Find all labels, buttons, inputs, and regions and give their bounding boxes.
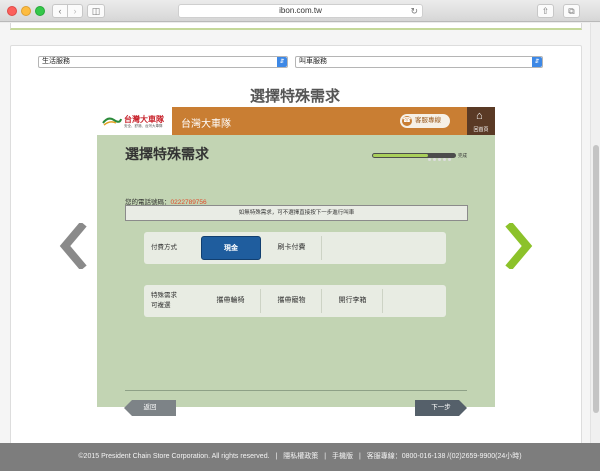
- payment-option-cash[interactable]: 現金: [201, 236, 261, 260]
- address-bar[interactable]: ibon.com.tw ↻: [178, 4, 423, 18]
- select-arrows-icon: ⇵: [277, 57, 287, 67]
- zoom-window-button[interactable]: [35, 6, 45, 16]
- kiosk-title: 選擇特殊需求: [125, 147, 209, 163]
- service-select-value: 叫車服務: [299, 58, 327, 65]
- phone-icon: ☎: [402, 116, 412, 126]
- special-option-pet[interactable]: 攜帶寵物: [262, 289, 322, 313]
- kiosk-brand-title: 台灣大車隊: [181, 119, 231, 130]
- progress-dots: [428, 154, 454, 161]
- page-scrollbar[interactable]: [590, 23, 600, 471]
- notice-box: 如無特殊需求，可不選擇直接按下一步進行叫車: [125, 205, 468, 221]
- tabs-icon: ⧉: [568, 6, 575, 16]
- category-select[interactable]: 生活服務 ⇵: [38, 56, 288, 68]
- special-needs-label-line1: 特殊需求: [151, 292, 177, 299]
- back-button-kiosk[interactable]: 返回: [124, 400, 176, 416]
- next-step-button[interactable]: 下一步: [415, 400, 467, 416]
- share-button[interactable]: ⇧: [537, 4, 554, 18]
- divider: [125, 390, 467, 391]
- back-button[interactable]: ‹: [52, 4, 68, 18]
- previous-arrow-icon[interactable]: [57, 223, 87, 269]
- footer-copyright: ©2015 President Chain Store Corporation.…: [78, 453, 270, 460]
- site-footer: ©2015 President Chain Store Corporation.…: [0, 443, 600, 471]
- progress-bar-fill: [373, 154, 428, 157]
- service-select[interactable]: 叫車服務 ⇵: [295, 56, 543, 68]
- logo-swirl-icon: [102, 117, 122, 126]
- footer-separator: |: [275, 453, 278, 460]
- category-select-value: 生活服務: [42, 58, 70, 65]
- special-needs-label-line2: 可複選: [151, 302, 171, 309]
- select-arrows-icon: ⇵: [532, 57, 542, 67]
- chevron-right-icon: ›: [73, 6, 77, 16]
- share-icon: ⇧: [541, 6, 550, 16]
- forward-button[interactable]: ›: [67, 4, 83, 18]
- footer-separator: |: [358, 453, 361, 460]
- web-page: 生活服務 ⇵ 叫車服務 ⇵ 選擇特殊需求 台灣大車隊 安全、舒適、台灣大車隊 台…: [0, 23, 590, 471]
- page-title: 選擇特殊需求: [249, 87, 340, 105]
- taiwan-taxi-logo: 台灣大車隊 安全、舒適、台灣大車隊: [97, 107, 172, 135]
- chevron-left-icon: ‹: [58, 6, 62, 16]
- home-label: 回首頁: [473, 127, 489, 133]
- special-needs-label: 特殊需求 可複選: [151, 291, 177, 311]
- taxi-kiosk-panel: 台灣大車隊 安全、舒適、台灣大車隊 台灣大車隊 ☎ 客服專線 ⌂ 回首頁 選擇特…: [97, 107, 495, 416]
- footer-hotline: 客服專線：0800-016-138 /(02)2659-9900(24小時): [366, 453, 522, 460]
- footer-mobile-link[interactable]: 手機版: [332, 453, 353, 460]
- kiosk-header: 台灣大車隊 安全、舒適、台灣大車隊 台灣大車隊 ☎ 客服專線 ⌂ 回首頁: [97, 107, 495, 135]
- home-button[interactable]: ⌂ 回首頁: [467, 107, 495, 135]
- next-arrow-icon[interactable]: [505, 223, 535, 269]
- progress-label: 完成: [458, 153, 467, 158]
- url-text: ibon.com.tw: [279, 6, 322, 15]
- special-option-trunk[interactable]: 開行李箱: [323, 289, 383, 313]
- home-icon: ⌂: [476, 110, 483, 122]
- browser-toolbar: ‹ › ◫ ibon.com.tw ↻ ⇧ ⧉: [0, 0, 600, 22]
- service-line-label: 客服專線: [415, 117, 441, 124]
- footer-separator: |: [324, 453, 327, 460]
- payment-method-label: 付費方式: [151, 244, 177, 251]
- top-banner-strip: [10, 23, 582, 30]
- close-window-button[interactable]: [7, 6, 17, 16]
- reload-icon[interactable]: ↻: [410, 5, 418, 17]
- progress-bar: [372, 153, 456, 161]
- sidebar-toggle-button[interactable]: ◫: [87, 4, 105, 18]
- scrollbar-thumb[interactable]: [593, 145, 599, 413]
- sidebar-icon: ◫: [91, 6, 101, 16]
- payment-method-row: 付費方式 現金 刷卡付費: [144, 232, 446, 264]
- special-needs-row: 特殊需求 可複選 攜帶輪椅 攜帶寵物 開行李箱: [144, 285, 446, 317]
- logo-slogan: 安全、舒適、台灣大車隊: [124, 124, 163, 128]
- footer-privacy-link[interactable]: 隱私權政策: [283, 453, 318, 460]
- service-line-button[interactable]: ☎ 客服專線: [400, 114, 450, 128]
- special-option-wheelchair[interactable]: 攜帶輪椅: [201, 289, 261, 313]
- payment-option-card[interactable]: 刷卡付費: [262, 236, 322, 260]
- tabs-overview-button[interactable]: ⧉: [563, 4, 580, 18]
- minimize-window-button[interactable]: [21, 6, 31, 16]
